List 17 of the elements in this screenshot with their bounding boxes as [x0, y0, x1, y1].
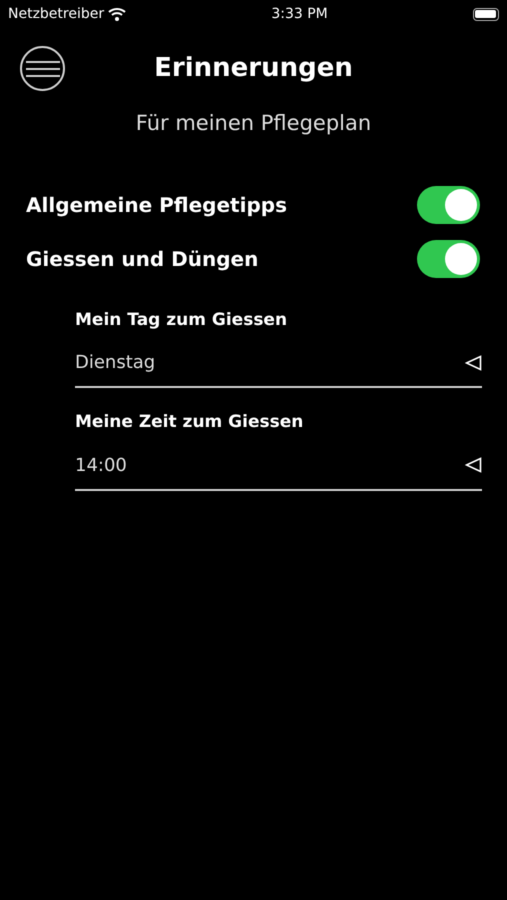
carrier-name: Netzbetreiber — [8, 4, 104, 24]
toggle-switch[interactable] — [417, 186, 480, 224]
menu-button[interactable] — [20, 46, 65, 91]
wifi-icon — [108, 7, 126, 21]
status-time: 3:33 PM — [271, 4, 328, 24]
picker-field[interactable]: 14:00 — [75, 444, 482, 490]
toggle-label: Allgemeine Pflegetipps — [26, 192, 287, 218]
picker-label: Mein Tag zum Giessen — [75, 308, 288, 332]
toggle-switch[interactable] — [417, 240, 480, 278]
toggle-label: Giessen und Düngen — [26, 246, 258, 272]
picker-field[interactable]: Dienstag — [75, 341, 482, 388]
battery-icon — [472, 8, 499, 20]
caret-icon — [465, 457, 482, 473]
page-title: Erinnerungen — [154, 52, 353, 84]
caret-icon — [465, 354, 482, 370]
page-subtitle: Für meinen Pflegeplan — [134, 110, 372, 137]
picker-label: Meine Zeit zum Giessen — [75, 411, 304, 434]
